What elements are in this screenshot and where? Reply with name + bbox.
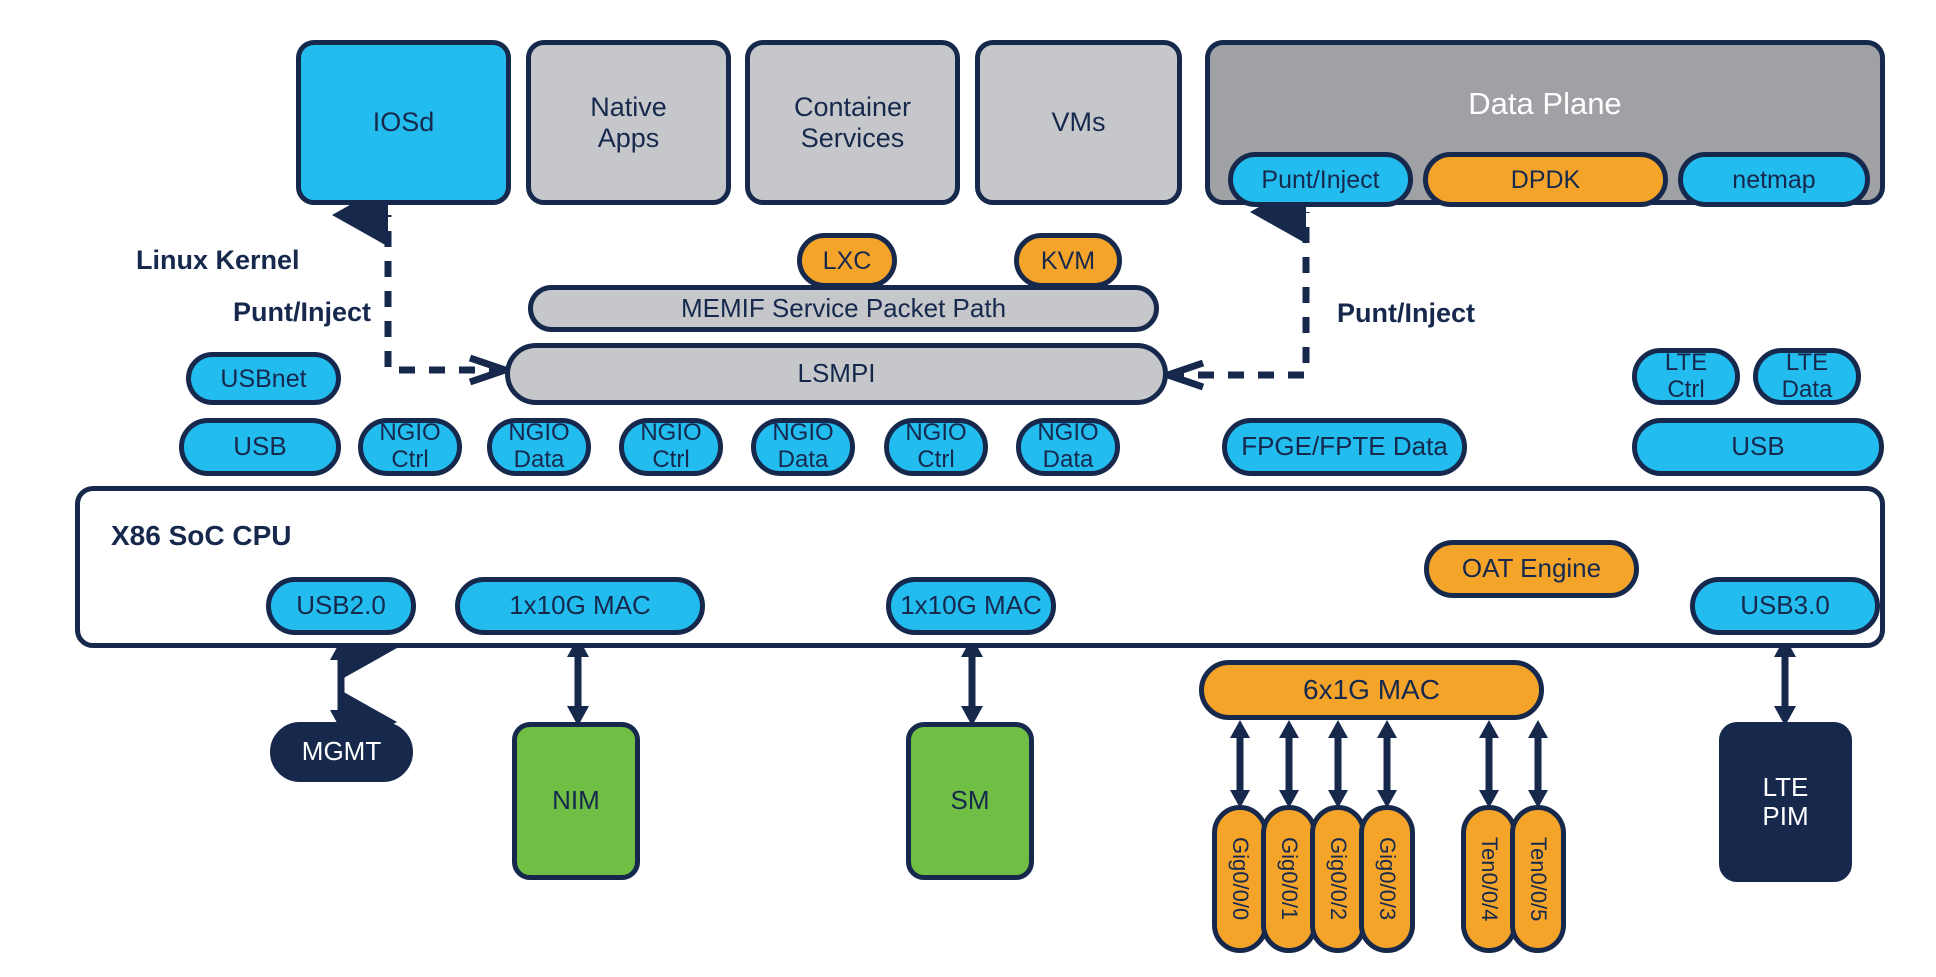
native-apps-label: Native Apps <box>590 92 667 153</box>
ngio-label-2: NGIO Ctrl <box>640 419 702 473</box>
nim-label: NIM <box>552 785 600 816</box>
kvm-pill[interactable]: KVM <box>1014 233 1122 288</box>
mac-6x1g-pill[interactable]: 6x1G MAC <box>1199 660 1544 720</box>
nim-box[interactable]: NIM <box>512 722 640 880</box>
mac-6x1g-port-connectors <box>1230 720 1548 808</box>
netmap-pill[interactable]: netmap <box>1678 152 1870 207</box>
mgmt-pill[interactable]: MGMT <box>270 722 413 782</box>
data-plane-label: Data Plane <box>1468 86 1622 121</box>
ngio-label-1: NGIO Data <box>508 419 570 473</box>
lte-data-pill[interactable]: LTE Data <box>1753 348 1861 405</box>
mac-10g-right-label: 1x10G MAC <box>900 590 1042 621</box>
mgmt-label: MGMT <box>301 736 382 767</box>
punt-inject-right-connector <box>1157 180 1310 391</box>
port-pill-5[interactable]: Ten0/0/5 <box>1510 805 1566 953</box>
ngio-pill-2[interactable]: NGIO Ctrl <box>619 418 723 476</box>
mac-right-sm-connector <box>961 637 983 726</box>
lte-ctrl-pill[interactable]: LTE Ctrl <box>1632 348 1740 405</box>
usbnet-pill[interactable]: USBnet <box>186 352 341 405</box>
architecture-diagram: IOSd Native Apps Container Services VMs … <box>0 0 1936 977</box>
iosd-label: IOSd <box>372 107 435 138</box>
port-label-3: Gig0/0/3 <box>1375 837 1400 921</box>
iosd-box[interactable]: IOSd <box>296 40 511 205</box>
dpdk-pill[interactable]: DPDK <box>1423 152 1668 207</box>
linux-kernel-label: Linux Kernel <box>136 245 300 275</box>
lsmpi-label: LSMPI <box>797 358 876 389</box>
oat-engine-label: OAT Engine <box>1461 553 1602 584</box>
ngio-pill-0[interactable]: NGIO Ctrl <box>358 418 462 476</box>
kvm-label: KVM <box>1040 246 1096 275</box>
sm-label: SM <box>950 785 990 816</box>
fpge-fpte-pill[interactable]: FPGE/FPTE Data <box>1222 418 1467 476</box>
port-label-2: Gig0/0/2 <box>1326 837 1351 921</box>
fpge-fpte-label: FPGE/FPTE Data <box>1241 431 1448 462</box>
ngio-label-4: NGIO Ctrl <box>905 419 967 473</box>
punt-inject-left-label: Punt/Inject <box>233 297 372 327</box>
container-services-box[interactable]: Container Services <box>745 40 960 205</box>
ngio-label-5: NGIO Data <box>1037 419 1099 473</box>
usbnet-label: USBnet <box>220 364 307 393</box>
vms-label: VMs <box>1051 107 1106 138</box>
lsmpi-bar[interactable]: LSMPI <box>505 343 1168 405</box>
oat-engine-pill[interactable]: OAT Engine <box>1424 540 1639 598</box>
port-label-5: Ten0/0/5 <box>1526 836 1551 922</box>
port-pill-3[interactable]: Gig0/0/3 <box>1359 805 1415 953</box>
ngio-label-3: NGIO Data <box>772 419 834 473</box>
ngio-label-0: NGIO Ctrl <box>379 419 441 473</box>
memif-label: MEMIF Service Packet Path <box>680 292 1007 323</box>
vms-box[interactable]: VMs <box>975 40 1182 205</box>
data-plane-punt-inject-label: Punt/Inject <box>1261 165 1380 194</box>
usb-left-pill[interactable]: USB <box>179 418 341 476</box>
mac-10g-left-pill[interactable]: 1x10G MAC <box>455 577 705 635</box>
lte-ctrl-label: LTE Ctrl <box>1664 348 1708 403</box>
netmap-label: netmap <box>1732 165 1816 194</box>
usb20-label: USB2.0 <box>296 590 386 621</box>
usb30-pill[interactable]: USB3.0 <box>1690 577 1880 635</box>
memif-bar[interactable]: MEMIF Service Packet Path <box>528 285 1159 332</box>
port-pill-1[interactable]: Gig0/0/1 <box>1261 805 1317 953</box>
usb30-ltepim-connector <box>1774 637 1796 726</box>
mac-10g-left-label: 1x10G MAC <box>509 590 651 621</box>
ngio-pill-1[interactable]: NGIO Data <box>487 418 591 476</box>
mac-10g-right-pill[interactable]: 1x10G MAC <box>886 577 1056 635</box>
lxc-pill[interactable]: LXC <box>797 233 897 288</box>
dpdk-label: DPDK <box>1510 165 1581 194</box>
port-label-4: Ten0/0/4 <box>1477 836 1502 922</box>
ngio-pill-4[interactable]: NGIO Ctrl <box>884 418 988 476</box>
usb-right-label: USB <box>1731 431 1785 462</box>
usb-right-pill[interactable]: USB <box>1632 418 1884 476</box>
lxc-label: LXC <box>822 246 872 275</box>
lte-pim-label: LTE PIM <box>1762 771 1809 831</box>
port-label-1: Gig0/0/1 <box>1277 837 1302 921</box>
native-apps-box[interactable]: Native Apps <box>526 40 731 205</box>
data-plane-punt-inject-pill[interactable]: Punt/Inject <box>1228 152 1413 207</box>
lte-data-label: LTE Data <box>1781 348 1833 403</box>
ngio-pill-5[interactable]: NGIO Data <box>1016 418 1120 476</box>
sm-box[interactable]: SM <box>906 722 1034 880</box>
port-pill-0[interactable]: Gig0/0/0 <box>1212 805 1268 953</box>
usb30-label: USB3.0 <box>1740 590 1830 621</box>
port-label-0: Gig0/0/0 <box>1228 837 1253 921</box>
x86-soc-cpu-title: X86 SoC CPU <box>111 520 292 551</box>
port-pill-2[interactable]: Gig0/0/2 <box>1310 805 1366 953</box>
usb20-pill[interactable]: USB2.0 <box>266 577 416 635</box>
lte-pim-box[interactable]: LTE PIM <box>1719 722 1852 882</box>
punt-inject-left-connector <box>332 183 516 386</box>
ngio-pill-3[interactable]: NGIO Data <box>751 418 855 476</box>
mac-6x1g-label: 6x1G MAC <box>1303 674 1440 706</box>
usb-left-label: USB <box>233 431 287 462</box>
usb20-mgmt-connector <box>330 616 397 754</box>
container-services-label: Container Services <box>793 92 912 153</box>
mac-left-nim-connector <box>567 637 589 726</box>
port-pill-4[interactable]: Ten0/0/4 <box>1461 805 1517 953</box>
punt-inject-right-label: Punt/Inject <box>1337 298 1476 328</box>
